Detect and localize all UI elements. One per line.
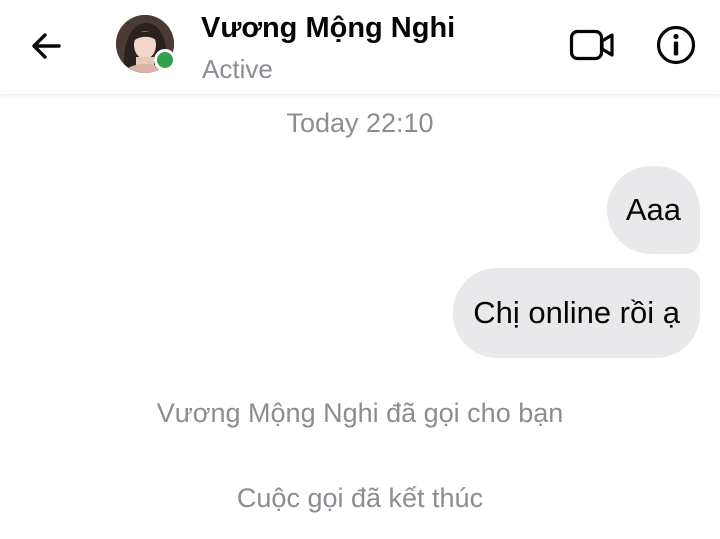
arrow-left-icon [32,33,61,59]
sent-message-bubble[interactable]: Aaa [606,166,700,254]
info-circle-icon [656,25,696,65]
back-button[interactable] [24,24,68,68]
sent-message-bubble[interactable]: Chị online rồi ạ [453,268,700,358]
chat-header: Vương Mộng Nghi Active [0,0,720,94]
call-event-incoming: Vương Mộng Nghi đã gọi cho bạn [156,398,564,428]
contact-status: Active [202,54,273,84]
message-timestamp: Today 22:10 [286,108,434,138]
message-text: Aaa [625,192,681,227]
contact-avatar-wrapper[interactable] [116,15,176,73]
video-call-button[interactable] [566,22,618,68]
message-text: Chị online rồi ạ [473,295,680,330]
online-status-indicator [154,49,176,71]
video-camera-icon [569,29,614,61]
conversation-info-button[interactable] [650,20,702,70]
call-event-ended: Cuộc gọi đã kết thúc [236,483,484,513]
contact-name[interactable]: Vương Mộng Nghi [201,12,455,45]
